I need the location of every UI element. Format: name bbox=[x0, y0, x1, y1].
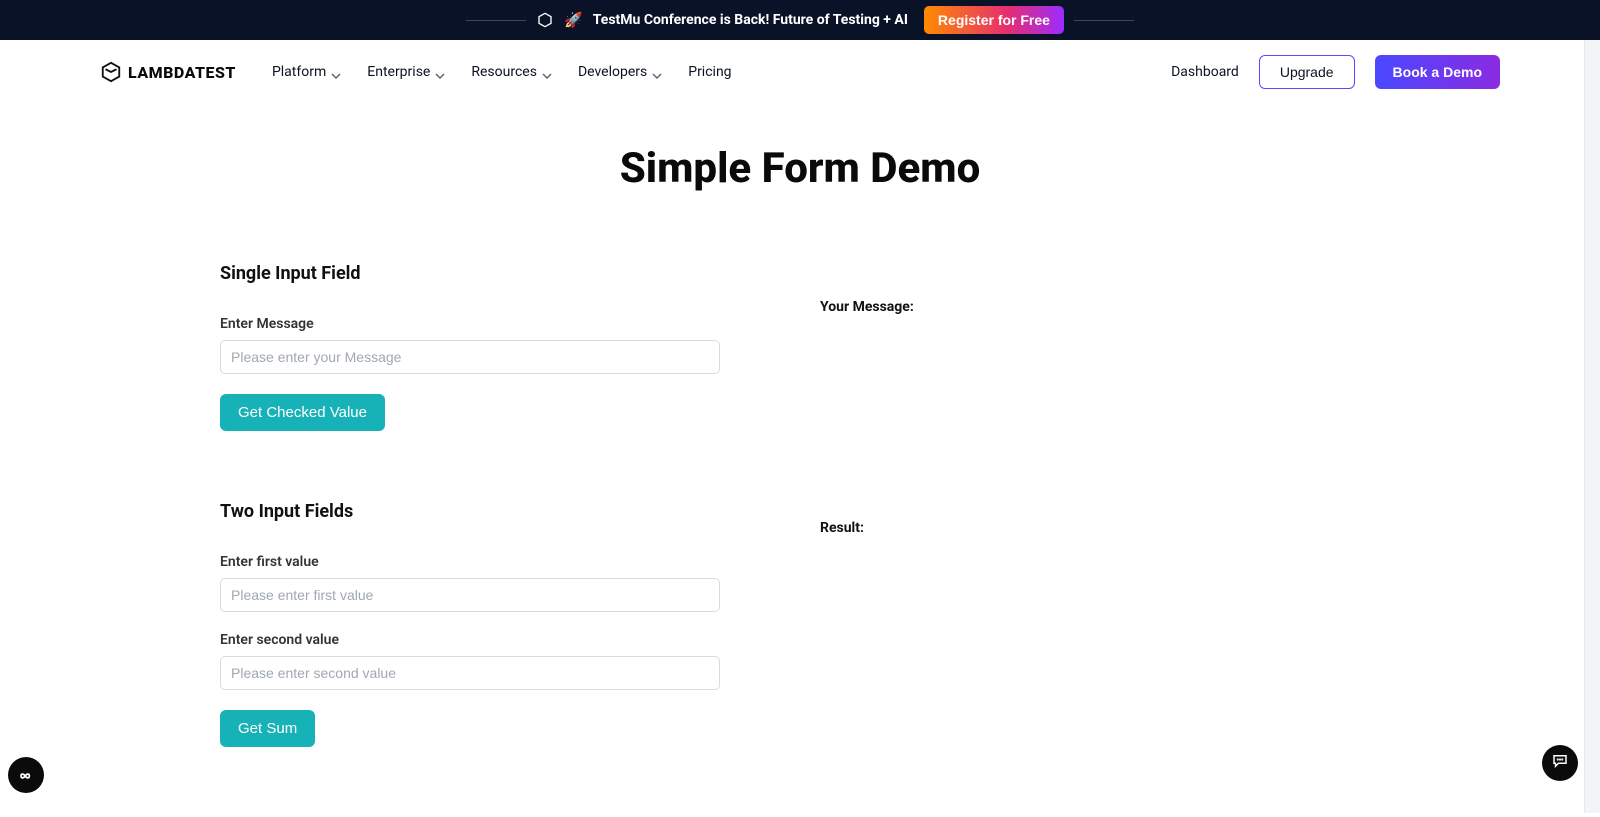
chevron-down-icon bbox=[652, 67, 662, 77]
your-message-label: Your Message: bbox=[820, 299, 1380, 315]
chat-widget-button[interactable] bbox=[1542, 745, 1578, 781]
first-value-input[interactable] bbox=[220, 578, 720, 612]
divider bbox=[466, 20, 526, 21]
upgrade-button[interactable]: Upgrade bbox=[1259, 55, 1355, 89]
get-checked-value-button[interactable]: Get Checked Value bbox=[220, 394, 385, 431]
divider bbox=[1074, 20, 1134, 21]
nav-item-label: Enterprise bbox=[367, 64, 430, 80]
nav-item-label: Pricing bbox=[688, 64, 731, 80]
brand-hexagon-icon bbox=[100, 61, 122, 83]
nav-pricing[interactable]: Pricing bbox=[688, 64, 731, 80]
nav-item-label: Platform bbox=[272, 64, 326, 80]
nav-enterprise[interactable]: Enterprise bbox=[367, 64, 445, 80]
nav-platform[interactable]: Platform bbox=[272, 64, 341, 80]
two-input-section: Two Input Fields Enter first value Enter… bbox=[220, 501, 760, 747]
message-input[interactable] bbox=[220, 340, 720, 374]
book-demo-button[interactable]: Book a Demo bbox=[1375, 55, 1500, 89]
section-title: Two Input Fields bbox=[220, 501, 760, 522]
result-label: Result: bbox=[820, 520, 1380, 536]
nav-resources[interactable]: Resources bbox=[471, 64, 552, 80]
section-title: Single Input Field bbox=[220, 263, 760, 284]
brand-mark-icon bbox=[536, 11, 554, 29]
main-navbar: LAMBDATEST Platform Enterprise Resources bbox=[0, 40, 1600, 104]
nav-item-label: Resources bbox=[471, 64, 537, 80]
second-value-input[interactable] bbox=[220, 656, 720, 690]
accessibility-widget-button[interactable] bbox=[8, 757, 44, 793]
banner-text: TestMu Conference is Back! Future of Tes… bbox=[593, 12, 908, 28]
dashboard-link[interactable]: Dashboard bbox=[1171, 64, 1239, 80]
rocket-icon: 🚀 bbox=[564, 11, 583, 29]
message-label: Enter Message bbox=[220, 316, 760, 332]
brand-logo[interactable]: LAMBDATEST bbox=[100, 61, 236, 83]
second-value-label: Enter second value bbox=[220, 632, 760, 648]
page-hero: Simple Form Demo bbox=[0, 104, 1600, 203]
register-free-button[interactable]: Register for Free bbox=[924, 6, 1064, 34]
first-value-label: Enter first value bbox=[220, 554, 760, 570]
nav-item-label: Developers bbox=[578, 64, 647, 80]
chevron-down-icon bbox=[542, 67, 552, 77]
page-title: Simple Form Demo bbox=[0, 144, 1600, 193]
scrollbar[interactable] bbox=[1584, 0, 1600, 813]
brand-name: LAMBDATEST bbox=[128, 63, 236, 82]
chat-icon bbox=[1551, 752, 1569, 774]
single-input-section: Single Input Field Enter Message Get Che… bbox=[220, 263, 760, 431]
promo-banner: 🚀 TestMu Conference is Back! Future of T… bbox=[0, 0, 1600, 40]
chevron-down-icon bbox=[435, 67, 445, 77]
main-content: Single Input Field Enter Message Get Che… bbox=[200, 263, 1400, 817]
nav-developers[interactable]: Developers bbox=[578, 64, 662, 80]
get-sum-button[interactable]: Get Sum bbox=[220, 710, 315, 747]
chevron-down-icon bbox=[331, 67, 341, 77]
infinity-icon bbox=[16, 766, 36, 785]
